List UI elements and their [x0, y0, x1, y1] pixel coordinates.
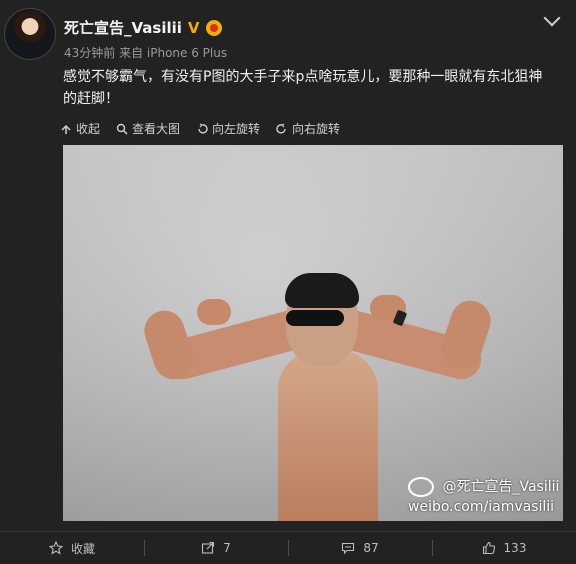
chevron-down-icon[interactable]	[543, 9, 561, 27]
watermark-line1: @死亡宣告_Vasilii	[442, 479, 560, 495]
like-count: 133	[503, 541, 527, 555]
collapse-icon	[61, 124, 71, 134]
rotate-left-button[interactable]: 向左旋转	[196, 120, 260, 137]
view-large-label: 查看大图	[132, 122, 181, 136]
medal-icon	[205, 19, 222, 36]
action-bar: 收藏 7 87 133	[0, 531, 576, 564]
weibo-post-card: 死亡宣告_Vasilii V 43分钟前 来自 iPhone 6 Plus 感觉…	[0, 0, 576, 564]
avatar[interactable]	[4, 8, 56, 60]
rotate-right-button[interactable]: 向右旋转	[276, 120, 340, 137]
repost-button[interactable]: 7	[144, 532, 288, 564]
thumb-up-icon	[482, 541, 495, 555]
collapse-label: 收起	[76, 122, 101, 136]
favorite-label: 收藏	[70, 541, 95, 556]
weibo-logo-icon	[408, 477, 434, 497]
post-text: 感觉不够霸气，有没有P图的大手子来p点啥玩意儿，要那种一眼就有东北狙神的赶脚！	[63, 69, 543, 107]
left-fist	[197, 299, 231, 325]
view-large-button[interactable]: 查看大图	[116, 120, 180, 137]
collapse-button[interactable]: 收起	[60, 120, 100, 137]
comment-icon	[342, 542, 355, 555]
star-icon	[48, 541, 63, 555]
repost-icon	[202, 541, 215, 554]
search-icon	[116, 123, 128, 135]
post-image[interactable]: @死亡宣告_Vasilii weibo.com/iamvasilii	[63, 145, 563, 521]
post-meta[interactable]: 43分钟前 来自 iPhone 6 Plus	[64, 44, 227, 61]
repost-count: 7	[223, 541, 231, 555]
favorite-button[interactable]: 收藏	[0, 532, 144, 564]
verified-v-icon: V	[187, 18, 200, 37]
rotate-left-label: 向左旋转	[212, 122, 261, 136]
sunglasses	[286, 310, 344, 326]
rotate-right-icon	[276, 122, 286, 134]
rotate-left-icon	[198, 122, 208, 134]
image-tools: 收起 查看大图 向左旋转 向右旋转	[60, 120, 340, 137]
hair	[285, 273, 359, 308]
like-button[interactable]: 133	[432, 532, 576, 564]
comment-button[interactable]: 87	[288, 532, 432, 564]
user-row: 死亡宣告_Vasilii V	[64, 17, 222, 38]
rotate-right-label: 向右旋转	[292, 122, 341, 136]
username[interactable]: 死亡宣告_Vasilii	[64, 17, 182, 38]
comment-count: 87	[363, 541, 379, 555]
torso	[278, 350, 378, 521]
image-watermark: @死亡宣告_Vasilii weibo.com/iamvasilii	[408, 477, 559, 517]
watermark-line2: weibo.com/iamvasilii	[408, 499, 555, 515]
